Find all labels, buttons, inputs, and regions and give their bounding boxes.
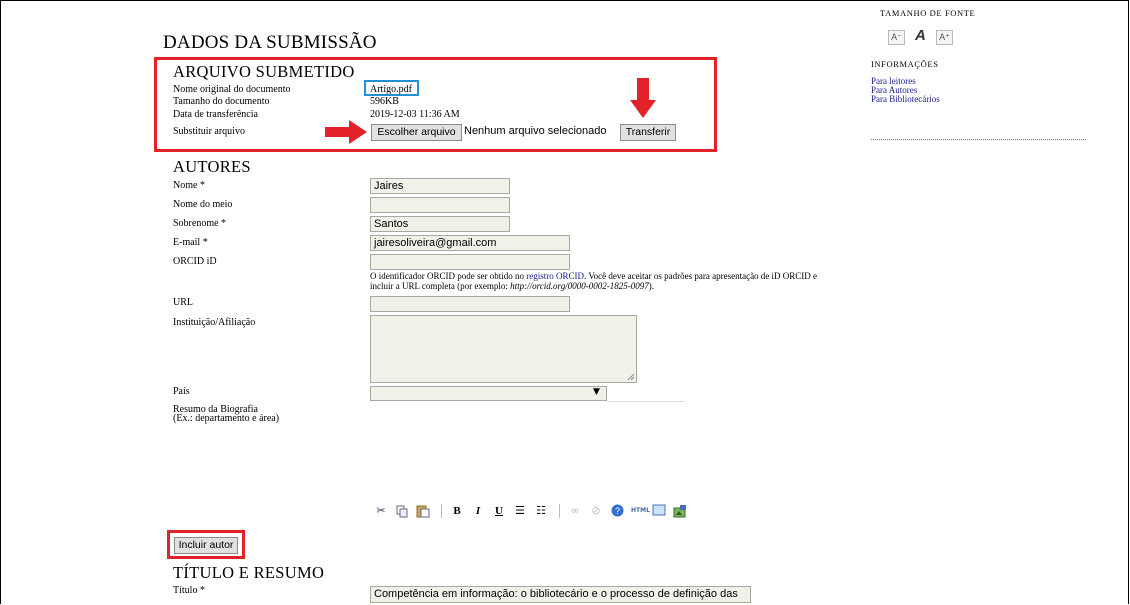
middle-name-label: Nome do meio xyxy=(173,199,233,210)
svg-text:?: ? xyxy=(614,506,619,516)
toolbar-separator xyxy=(559,504,560,519)
resize-handle-icon[interactable] xyxy=(627,373,635,381)
bio-hint: (Ex.: departamento e área) xyxy=(173,413,280,424)
country-select[interactable] xyxy=(370,386,607,401)
arrow-down-icon xyxy=(630,78,656,118)
bold-icon[interactable]: B xyxy=(450,504,464,518)
paste-icon[interactable] xyxy=(416,504,430,518)
divider-line xyxy=(609,401,685,402)
unlink-icon[interactable]: ⊘ xyxy=(589,504,603,518)
last-name-field[interactable]: Santos xyxy=(370,216,510,232)
cut-icon[interactable]: ✂ xyxy=(374,504,388,518)
font-size-heading: TAMANHO DE FONTE xyxy=(880,8,976,18)
chevron-down-icon: ▼ xyxy=(593,387,600,397)
affiliation-label: Instituição/Afiliação xyxy=(173,317,256,328)
italic-icon[interactable]: I xyxy=(471,504,485,518)
toolbar-separator xyxy=(441,504,442,519)
country-label: País xyxy=(173,386,190,397)
font-default-button[interactable]: A xyxy=(915,27,926,44)
editor-toolbar: ✂ B I U ☰ ☷ ∞ ⊘ ? HTML xyxy=(374,502,690,520)
email-field[interactable]: jairesoliveira@gmail.com xyxy=(370,235,570,251)
last-name-label: Sobrenome * xyxy=(173,218,227,229)
help-icon[interactable]: ? xyxy=(610,504,624,518)
title-section-heading: TÍTULO E RESUMO xyxy=(173,563,325,582)
orcid-registry-link[interactable]: registro ORCID xyxy=(526,271,584,281)
url-label: URL xyxy=(173,297,193,308)
fullscreen-icon[interactable] xyxy=(652,504,666,518)
font-decrease-button[interactable]: A⁻ xyxy=(888,30,905,45)
arrow-right-icon xyxy=(325,120,367,144)
first-name-field[interactable]: Jaires xyxy=(370,178,510,194)
first-name-label: Nome * xyxy=(173,180,205,191)
email-label: E-mail * xyxy=(173,237,208,248)
ordered-list-icon[interactable]: ☷ xyxy=(534,504,548,518)
underline-icon[interactable]: U xyxy=(492,504,506,518)
authors-section-heading: AUTORES xyxy=(173,157,251,176)
orcid-help-part1: O identificador ORCID pode ser obtido no xyxy=(370,271,527,281)
sidebar-divider xyxy=(871,139,1086,140)
librarians-link[interactable]: Para Bibliotecários xyxy=(871,95,940,104)
middle-name-field[interactable] xyxy=(370,197,510,213)
html-icon[interactable]: HTML xyxy=(631,504,650,518)
font-increase-label: A⁺ xyxy=(939,32,950,42)
orcid-label: ORCID iD xyxy=(173,256,217,267)
copy-icon[interactable] xyxy=(395,504,409,518)
affiliation-textarea[interactable] xyxy=(370,315,637,383)
font-increase-button[interactable]: A⁺ xyxy=(936,30,953,45)
info-heading: INFORMAÇÕES xyxy=(871,59,939,69)
unordered-list-icon[interactable]: ☰ xyxy=(513,504,527,518)
title-label: Título * xyxy=(173,585,205,596)
orcid-field[interactable] xyxy=(370,254,570,270)
title-field[interactable]: Competência em informação: o bibliotecár… xyxy=(370,586,751,603)
font-default-label: A xyxy=(915,27,926,44)
orcid-example-url: http://orcid.org/0000-0002-1825-0097 xyxy=(510,281,649,291)
font-decrease-label: A⁻ xyxy=(891,32,902,42)
image-icon[interactable] xyxy=(673,504,687,518)
page-title: DADOS DA SUBMISSÃO xyxy=(163,32,377,53)
orcid-help-text: O identificador ORCID pode ser obtido no… xyxy=(370,271,830,291)
annotation-blue-box-filename xyxy=(364,80,419,96)
annotation-red-box-include-author xyxy=(167,530,245,559)
orcid-help-part3: ). xyxy=(648,281,654,291)
link-icon[interactable]: ∞ xyxy=(568,504,582,518)
url-field[interactable] xyxy=(370,296,570,312)
